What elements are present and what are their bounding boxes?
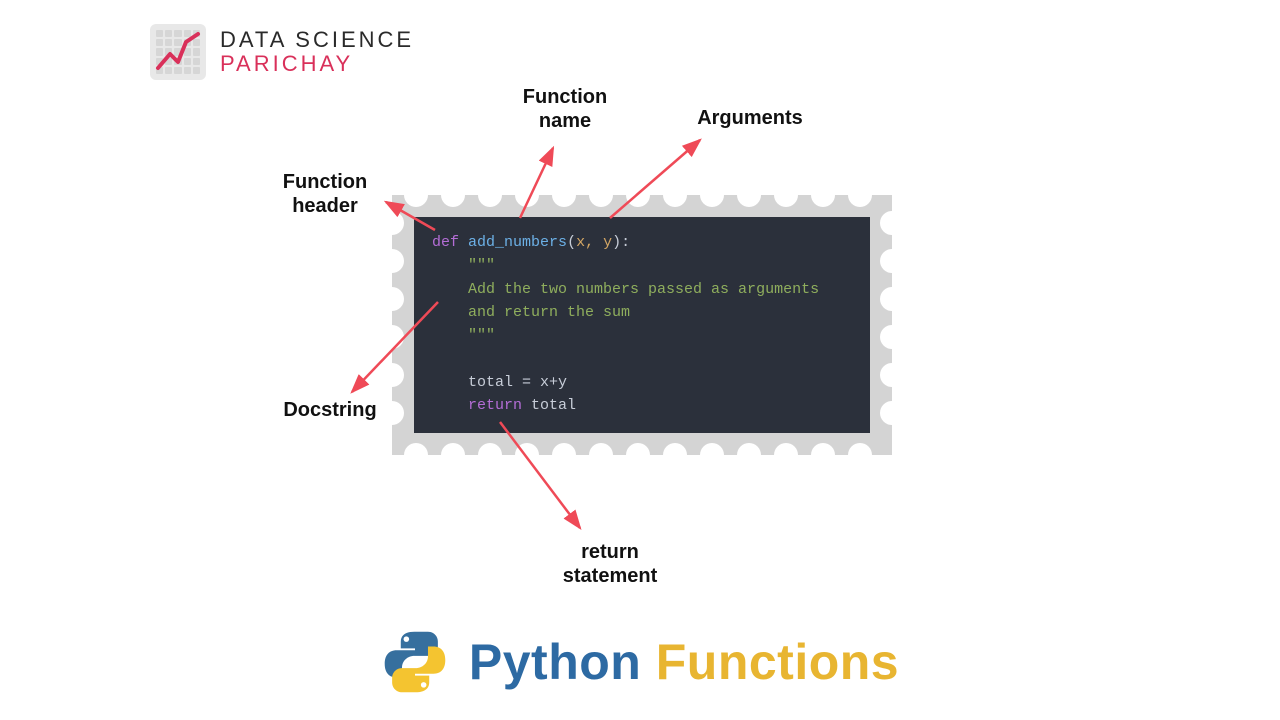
docstring-open: """ (468, 257, 495, 274)
code-block: def add_numbers(x, y): """ Add the two n… (414, 217, 870, 433)
python-logo-icon (381, 628, 449, 696)
stamp-frame: def add_numbers(x, y): """ Add the two n… (392, 195, 892, 455)
brand-logo: DATA SCIENCE PARICHAY (150, 24, 414, 80)
page-title: Python Functions (469, 633, 899, 691)
return-value: total (522, 397, 576, 414)
assignment-line: total = x+y (468, 374, 567, 391)
page-title-row: Python Functions (0, 628, 1280, 696)
label-return-statement: returnstatement (540, 540, 680, 588)
docstring-close: """ (468, 327, 495, 344)
keyword-return: return (468, 397, 522, 414)
brand-text: DATA SCIENCE PARICHAY (220, 28, 414, 76)
title-word-1: Python (469, 634, 641, 690)
brand-line2: PARICHAY (220, 52, 414, 76)
docstring-line1: Add the two numbers passed as arguments (468, 281, 819, 298)
label-function-header: Functionheader (265, 170, 385, 218)
chart-grid-icon (150, 24, 206, 80)
label-arguments: Arguments (680, 106, 820, 130)
params-token: x, y (576, 234, 612, 251)
docstring-line2: and return the sum (468, 304, 630, 321)
label-function-name: Functionname (495, 85, 635, 133)
function-name-token: add_numbers (468, 234, 567, 251)
title-word-2: Functions (656, 634, 899, 690)
label-docstring: Docstring (270, 398, 390, 422)
keyword-def: def (432, 234, 459, 251)
brand-line1: DATA SCIENCE (220, 28, 414, 52)
